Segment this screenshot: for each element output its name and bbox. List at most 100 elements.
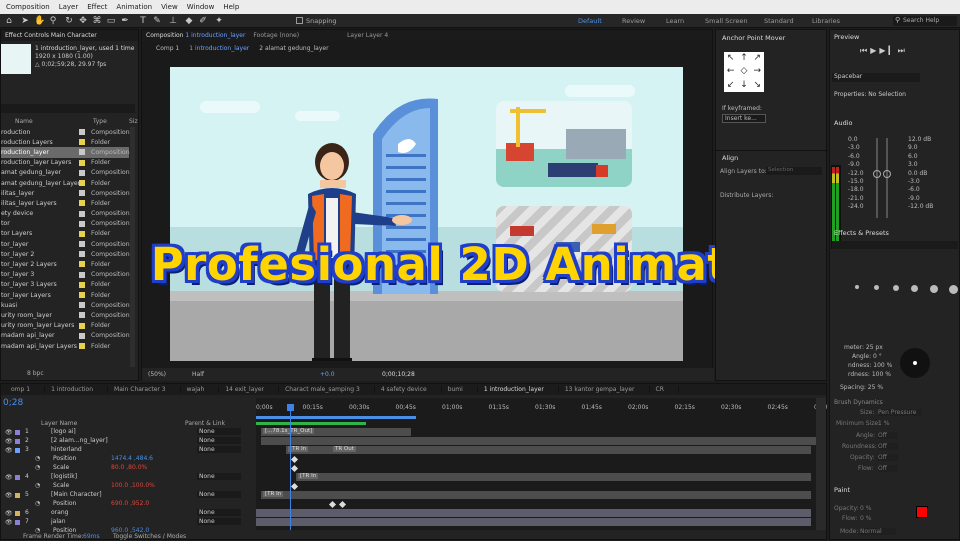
visibility-icon[interactable]: 👁: [5, 429, 13, 436]
keyframe-icon[interactable]: [338, 500, 347, 509]
project-item[interactable]: roduction_layer Layers Folder: [1, 158, 129, 168]
layer-label-color[interactable]: [15, 439, 20, 444]
label-color-swatch[interactable]: [79, 251, 85, 258]
search-box[interactable]: ⚲ Search Help: [893, 16, 957, 26]
zoom-tool-icon[interactable]: ⚲: [48, 16, 58, 26]
label-color-swatch[interactable]: [79, 169, 85, 176]
label-color-swatch[interactable]: [79, 281, 85, 288]
effects-search-input[interactable]: [832, 241, 958, 249]
snapping-checkbox[interactable]: [296, 17, 303, 24]
layer-name[interactable]: [logistik]: [51, 473, 77, 480]
timeline-tab[interactable]: 1 introduction_layer: [478, 386, 559, 393]
col-size[interactable]: Siz: [129, 118, 138, 125]
rectangle-tool-icon[interactable]: ▭: [106, 16, 116, 26]
dyn-opacity-dropdown[interactable]: Off: [878, 454, 898, 461]
timeline-property-row[interactable]: ◔ Position 1474.4 ,484.6: [1, 455, 254, 464]
breadcrumb-introduction[interactable]: 1 introduction_layer: [189, 45, 249, 52]
toggle-switches-modes[interactable]: Toggle Switches / Modes: [113, 533, 186, 540]
layer-name[interactable]: hinterland: [51, 446, 82, 453]
label-color-swatch[interactable]: [79, 241, 85, 248]
audio-slider-knob[interactable]: [873, 170, 881, 178]
workspace-standard[interactable]: Standard: [764, 17, 794, 25]
label-color-swatch[interactable]: [79, 129, 85, 135]
parent-dropdown[interactable]: None: [197, 428, 241, 435]
label-color-swatch[interactable]: [79, 261, 85, 268]
project-item[interactable]: tor Composition: [1, 219, 130, 229]
project-item[interactable]: roduction_layer Composition: [1, 147, 130, 158]
timeline-tab[interactable]: wajah: [181, 386, 220, 393]
dyn-roundness-dropdown[interactable]: Off: [878, 443, 898, 450]
col-name[interactable]: Name: [15, 118, 33, 125]
footage-tab[interactable]: Footage (none): [253, 32, 299, 39]
brush-size-dropdown[interactable]: Pen Pressure: [878, 409, 922, 416]
eraser-tool-icon[interactable]: ◆: [184, 16, 194, 26]
stamp-tool-icon[interactable]: ⊥: [168, 16, 178, 26]
timeline-layer-row[interactable]: 👁 6 orang None: [1, 509, 254, 518]
play-icon[interactable]: ▶: [870, 46, 879, 55]
brush-preset[interactable]: [911, 285, 919, 292]
workspace-small-screen[interactable]: Small Screen: [705, 17, 747, 25]
visibility-icon[interactable]: 👁: [5, 447, 13, 454]
visibility-icon[interactable]: 👁: [5, 438, 13, 445]
project-item[interactable]: roduction Composition: [1, 127, 130, 137]
timeline-layer-row[interactable]: 👁 7 jalan None: [1, 518, 254, 527]
paint-flow-value[interactable]: 0 %: [860, 515, 871, 522]
dyn-flow-dropdown[interactable]: Off: [878, 465, 898, 472]
brush-angle[interactable]: Angle: 0 °: [852, 353, 882, 360]
timeline-layer-row[interactable]: 👁 2 [2 alam...ng_layer] None: [1, 437, 254, 446]
project-item[interactable]: urity room_layer Layers Folder: [1, 321, 129, 331]
layer-duration-bar[interactable]: [261, 491, 811, 499]
next-frame-icon[interactable]: ▶▎: [879, 46, 897, 55]
layer-label-color[interactable]: [15, 520, 20, 525]
align-to-dropdown[interactable]: Selection: [766, 167, 822, 175]
anchor-top-right-icon[interactable]: ↗: [751, 52, 764, 65]
marker-label[interactable]: [TR In: [263, 491, 284, 497]
label-color-swatch[interactable]: [79, 210, 85, 217]
layer-tab[interactable]: Layer Layer 4: [347, 32, 388, 39]
layer-label-color[interactable]: [15, 448, 20, 453]
menu-animation[interactable]: Animation: [116, 3, 152, 11]
keyframe-icon[interactable]: [290, 455, 299, 464]
keyframe-icon[interactable]: [290, 464, 299, 473]
dyn-angle-dropdown[interactable]: Off: [878, 432, 898, 439]
move-tool-icon[interactable]: ✥: [78, 16, 88, 26]
parent-dropdown[interactable]: None: [197, 491, 241, 498]
foreground-color-swatch[interactable]: [916, 506, 928, 518]
brush-roundness[interactable]: ndness: 100 %: [848, 362, 892, 369]
exposure-value[interactable]: +0.0: [320, 371, 335, 378]
label-color-swatch[interactable]: [79, 332, 85, 339]
label-color-swatch[interactable]: [79, 159, 85, 166]
layer-label-color[interactable]: [15, 475, 20, 480]
marker-label[interactable]: TR Out: [333, 446, 356, 452]
marker-label[interactable]: [...78.1s_TR_Out]: [263, 428, 315, 434]
visibility-icon[interactable]: 👁: [5, 492, 13, 499]
stopwatch-icon[interactable]: ◔: [35, 482, 40, 489]
effect-controls-tab[interactable]: Effect Controls Main Character: [5, 32, 97, 39]
roto-tool-icon[interactable]: ✐: [198, 16, 208, 26]
anchor-left-icon[interactable]: ←: [724, 65, 737, 78]
layer-label-color[interactable]: [15, 430, 20, 435]
timeline-tab[interactable]: 13 kantor gempa_layer: [559, 386, 650, 393]
pen-tool-icon[interactable]: ✒: [120, 16, 130, 26]
brush-diameter[interactable]: meter: 25 px: [844, 344, 883, 351]
visibility-icon[interactable]: 👁: [5, 474, 13, 481]
home-icon[interactable]: ⌂: [4, 16, 14, 26]
layer-duration-bar[interactable]: [256, 509, 811, 517]
label-color-swatch[interactable]: [79, 139, 85, 146]
brush-preset[interactable]: [930, 285, 939, 293]
anchor-bottom-right-icon[interactable]: ↘: [751, 79, 764, 92]
timeline-timecode[interactable]: 0;28: [3, 398, 23, 408]
resolution-dropdown[interactable]: Half: [192, 371, 204, 378]
layer-duration-bar[interactable]: [296, 473, 811, 481]
timeline-tab[interactable]: 4 safety device: [375, 386, 442, 393]
zoom-dropdown[interactable]: (50%): [148, 371, 166, 378]
type-tool-icon[interactable]: T: [138, 16, 148, 26]
project-item[interactable]: amat gedung_layer Layers Folder: [1, 178, 129, 188]
label-color-swatch[interactable]: [79, 312, 85, 319]
playhead[interactable]: [287, 404, 294, 530]
timeline-track-area[interactable]: 0;00s 00;15s 00;30s 00;45s 01;00s 01;15s 01;30…: [256, 398, 827, 530]
project-item[interactable]: kuasi Composition: [1, 300, 130, 310]
audio-slider-knob[interactable]: [883, 170, 891, 178]
project-item[interactable]: amat gedung_layer Composition: [1, 168, 130, 178]
anchor-right-icon[interactable]: →: [751, 65, 764, 78]
